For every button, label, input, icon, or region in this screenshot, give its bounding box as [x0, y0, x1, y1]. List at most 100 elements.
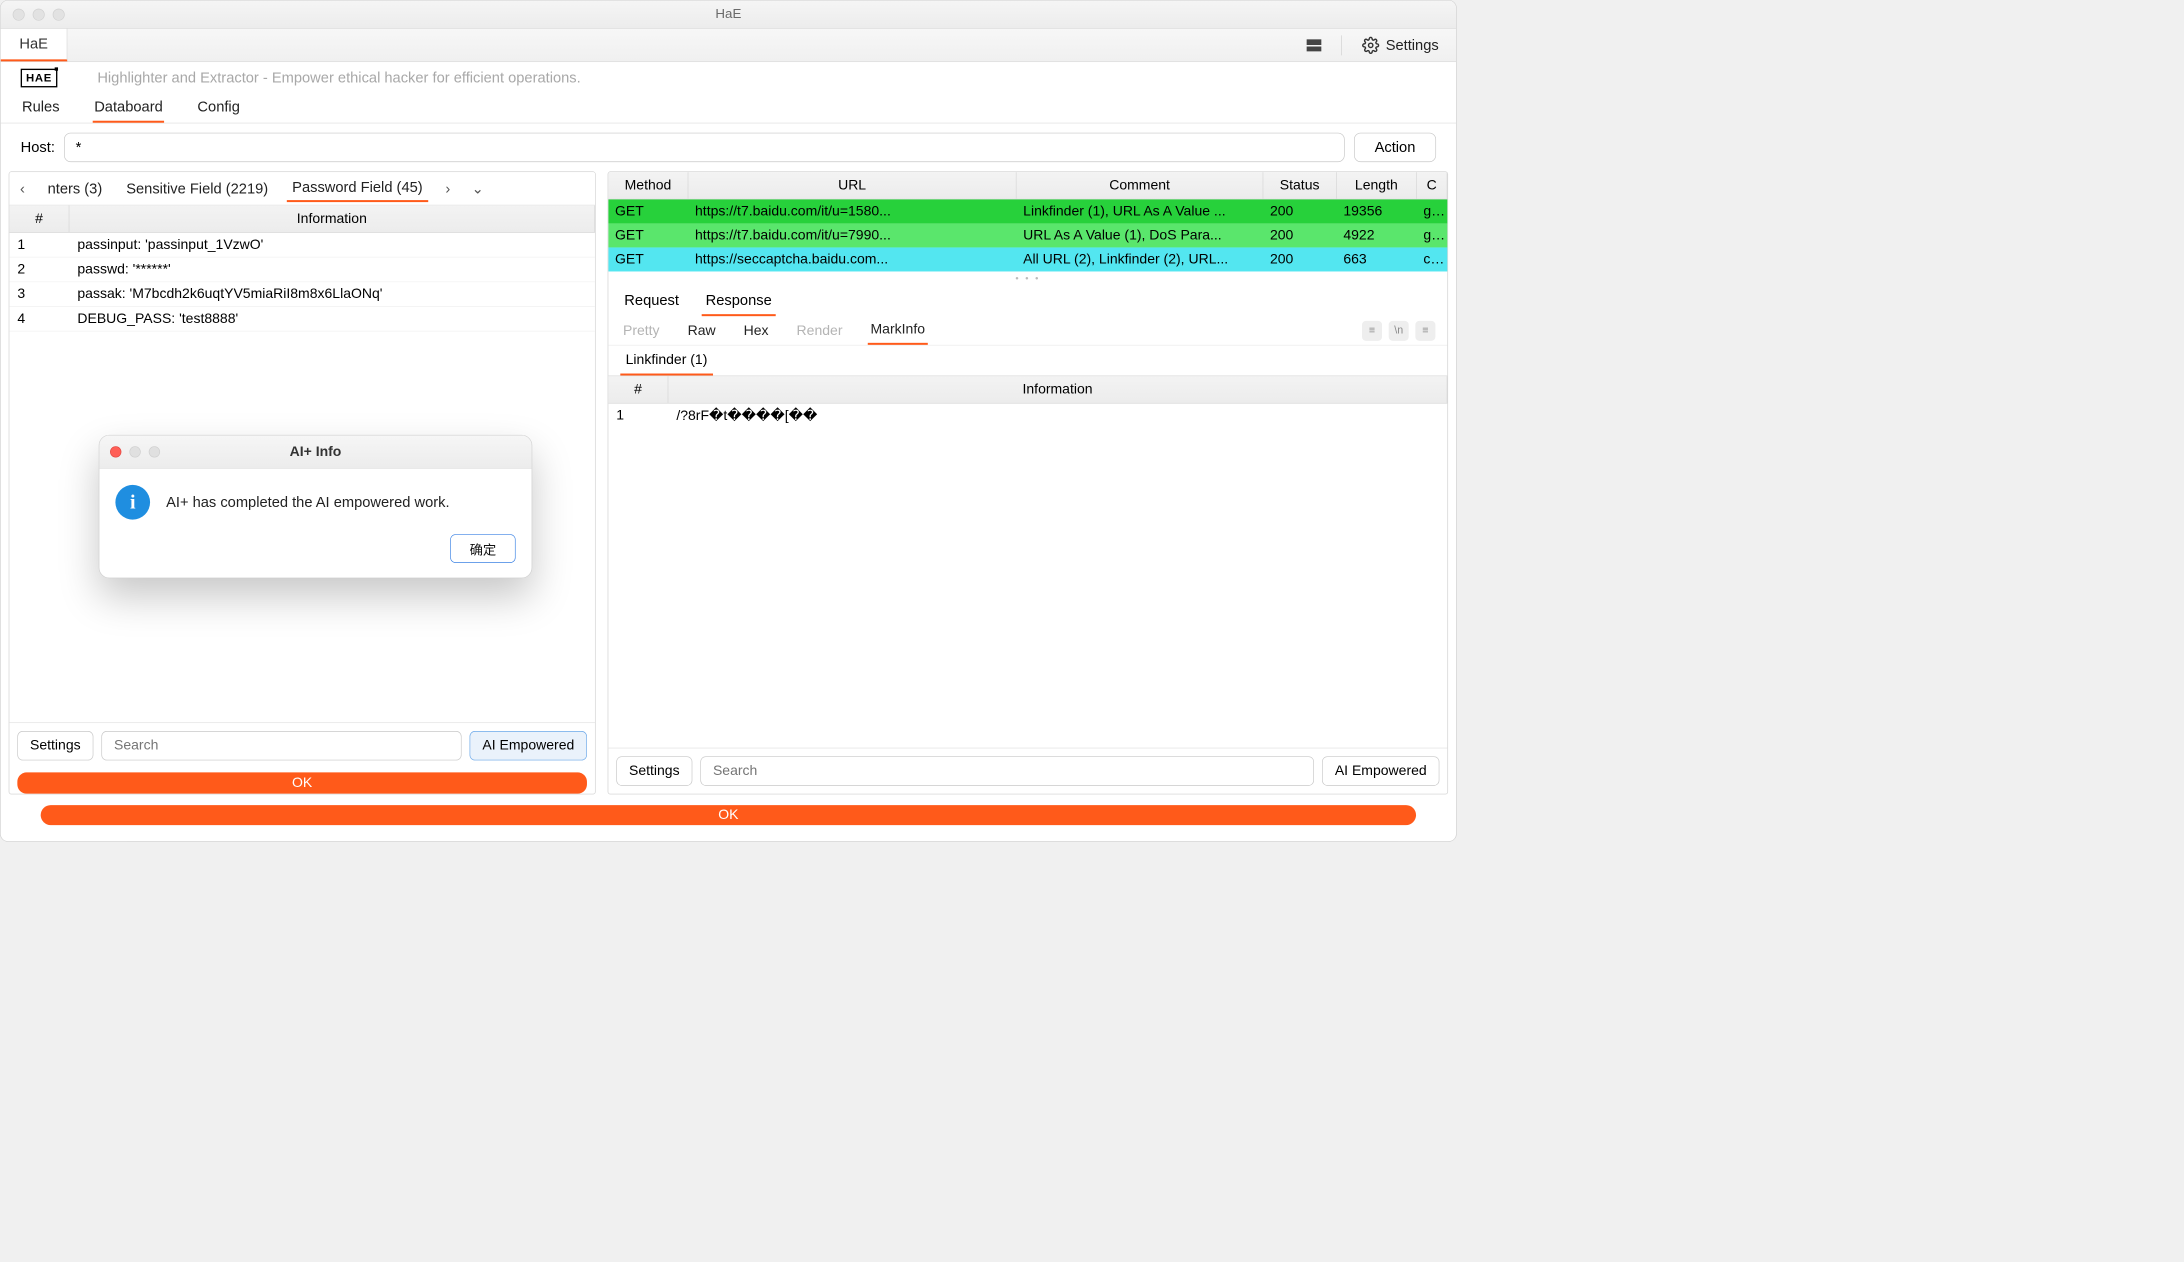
- inner-row[interactable]: 1/?8rF�t����[��: [608, 404, 1447, 429]
- dialog-ok-button[interactable]: 确定: [450, 534, 515, 563]
- cell-comment: URL As A Value (1), DoS Para...: [1017, 223, 1264, 247]
- secondary-tabs: Rules Databoard Config: [1, 94, 1456, 123]
- right-inner-body: 1/?8rF�t����[��: [608, 404, 1447, 748]
- tab-response[interactable]: Response: [702, 289, 776, 316]
- host-row: Host: Action: [1, 123, 1456, 171]
- col-status[interactable]: Status: [1263, 172, 1336, 199]
- cell-method: GET: [608, 247, 688, 271]
- right-panel: Method URL Comment Status Length C GETht…: [608, 171, 1448, 794]
- cell-url: https://t7.baidu.com/it/u=7990...: [688, 223, 1016, 247]
- cell-info: passinput: 'passinput_1VzwO': [69, 233, 595, 257]
- action-button[interactable]: Action: [1354, 133, 1436, 162]
- cell-idx: 1: [9, 233, 69, 257]
- window-controls: [13, 8, 65, 20]
- minimize-window-icon[interactable]: [33, 8, 45, 20]
- tab-databoard[interactable]: Databoard: [93, 94, 164, 123]
- ri-col-idx[interactable]: #: [608, 376, 668, 403]
- cell-length: 4922: [1337, 223, 1417, 247]
- dialog-titlebar: AI+ Info: [99, 436, 531, 469]
- request-row[interactable]: GEThttps://t7.baidu.com/it/u=7990...URL …: [608, 223, 1447, 247]
- col-url[interactable]: URL: [688, 172, 1016, 199]
- cell-status: 200: [1263, 199, 1336, 223]
- col-comment[interactable]: Comment: [1017, 172, 1264, 199]
- dialog-message: AI+ has completed the AI empowered work.: [166, 494, 449, 511]
- dialog-body: i AI+ has completed the AI empowered wor…: [99, 469, 531, 528]
- col-color[interactable]: C: [1417, 172, 1448, 199]
- view-raw[interactable]: Raw: [685, 317, 718, 344]
- reqres-tabs: Request Response: [608, 285, 1447, 316]
- field-tab-password[interactable]: Password Field (45): [287, 175, 428, 202]
- right-inner-header: # Information: [608, 376, 1447, 404]
- window-title: HaE: [1, 7, 1456, 22]
- app-window: HaE HaE Settings HAE Highlighter and Ext…: [0, 0, 1457, 842]
- request-row[interactable]: GEThttps://seccaptcha.baidu.com...All UR…: [608, 247, 1447, 271]
- view-hex[interactable]: Hex: [741, 317, 771, 344]
- ri-col-info[interactable]: Information: [668, 376, 1447, 403]
- ai-empowered-button-right[interactable]: AI Empowered: [1322, 756, 1439, 785]
- col-method[interactable]: Method: [608, 172, 688, 199]
- search-input-left[interactable]: [101, 731, 461, 760]
- cell-info: /?8rF�t����[��: [668, 404, 1447, 429]
- subtab-linkfinder[interactable]: Linkfinder (1): [620, 350, 712, 376]
- tab-hae[interactable]: HaE: [1, 29, 68, 62]
- cell-color: gre: [1417, 199, 1448, 223]
- tabs-scroll-left-icon[interactable]: ‹: [16, 180, 29, 197]
- view-render[interactable]: Render: [794, 317, 845, 344]
- tabs-dropdown-icon[interactable]: ⌄: [468, 180, 488, 197]
- host-input[interactable]: [64, 133, 1344, 162]
- request-table-header: Method URL Comment Status Length C: [608, 172, 1447, 199]
- cell-method: GET: [608, 223, 688, 247]
- tab-rules[interactable]: Rules: [21, 94, 61, 123]
- left-bottom-controls: Settings AI Empowered: [9, 722, 595, 768]
- show-whitespace-icon[interactable]: \n: [1389, 320, 1409, 340]
- table-row[interactable]: 1passinput: 'passinput_1VzwO': [9, 233, 595, 258]
- dialog-minimize-icon[interactable]: [129, 446, 140, 457]
- cell-color: gre: [1417, 223, 1448, 247]
- view-pretty[interactable]: Pretty: [620, 317, 662, 344]
- cell-length: 663: [1337, 247, 1417, 271]
- divider: [1341, 35, 1342, 55]
- view-markinfo[interactable]: MarkInfo: [868, 316, 928, 345]
- cell-idx: 1: [608, 404, 668, 429]
- tabs-scroll-right-icon[interactable]: ›: [441, 180, 454, 197]
- dialog-maximize-icon[interactable]: [149, 446, 160, 457]
- top-tab-bar: HaE Settings: [1, 29, 1456, 62]
- settings-button-left[interactable]: Settings: [17, 731, 93, 760]
- search-input-right[interactable]: [700, 756, 1314, 785]
- split-handle[interactable]: • • •: [608, 271, 1447, 284]
- cell-color: cya: [1417, 247, 1448, 271]
- branding-row: HAE Highlighter and Extractor - Empower …: [1, 62, 1456, 94]
- table-row[interactable]: 2passwd: '******': [9, 257, 595, 282]
- dialog-title: AI+ Info: [99, 444, 531, 460]
- col-idx[interactable]: #: [9, 205, 69, 232]
- host-label: Host:: [21, 139, 55, 156]
- maximize-window-icon[interactable]: [53, 8, 65, 20]
- cell-url: https://t7.baidu.com/it/u=1580...: [688, 199, 1016, 223]
- cell-idx: 3: [9, 282, 69, 306]
- titlebar: HaE: [1, 1, 1456, 29]
- col-information[interactable]: Information: [69, 205, 595, 232]
- tab-config[interactable]: Config: [196, 94, 241, 123]
- global-ok-bar[interactable]: OK: [41, 805, 1416, 825]
- settings-button[interactable]: Settings: [1362, 36, 1439, 53]
- right-bottom-controls: Settings AI Empowered: [608, 748, 1447, 794]
- hamburger-icon[interactable]: ≡: [1415, 320, 1435, 340]
- table-row[interactable]: 4DEBUG_PASS: 'test8888': [9, 307, 595, 332]
- view-mode-icon[interactable]: [1306, 39, 1321, 51]
- table-row[interactable]: 3passak: 'M7bcdh2k6uqtYV5miaRiI8m8x6LlaO…: [9, 282, 595, 307]
- request-row[interactable]: GEThttps://t7.baidu.com/it/u=1580...Link…: [608, 199, 1447, 223]
- tab-request[interactable]: Request: [620, 289, 683, 316]
- dialog-actions: 确定: [99, 528, 531, 578]
- wrap-lines-icon[interactable]: ≡: [1362, 320, 1382, 340]
- ai-empowered-button-left[interactable]: AI Empowered: [470, 731, 587, 760]
- left-ok-bar[interactable]: OK: [17, 772, 587, 793]
- settings-label: Settings: [1386, 36, 1439, 53]
- settings-button-right[interactable]: Settings: [616, 756, 692, 785]
- cell-comment: All URL (2), Linkfinder (2), URL...: [1017, 247, 1264, 271]
- col-length[interactable]: Length: [1337, 172, 1417, 199]
- close-window-icon[interactable]: [13, 8, 25, 20]
- field-tab-truncated[interactable]: nters (3): [42, 176, 107, 201]
- field-tab-sensitive[interactable]: Sensitive Field (2219): [121, 176, 274, 201]
- dialog-close-icon[interactable]: [110, 446, 121, 457]
- cell-info: DEBUG_PASS: 'test8888': [69, 307, 595, 331]
